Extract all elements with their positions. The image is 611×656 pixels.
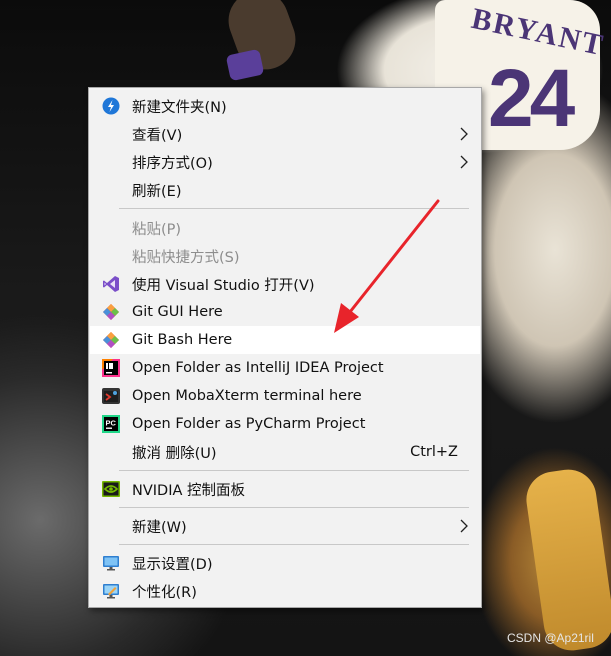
menu-separator xyxy=(119,470,469,471)
menu-item-sort-by[interactable]: 排序方式(O) xyxy=(90,148,480,176)
wallpaper-jersey-number: 24 xyxy=(488,53,575,144)
menu-item-display-settings[interactable]: 显示设置(D) xyxy=(90,549,480,577)
annotation-arrow-icon xyxy=(334,199,440,333)
chevron-right-icon xyxy=(458,155,470,169)
menu-item-nvidia-control-panel[interactable]: NVIDIA 控制面板 xyxy=(90,475,480,503)
menu-item-label: 粘贴快捷方式(S) xyxy=(132,249,240,266)
menu-item-label: 个性化(R) xyxy=(132,584,197,601)
menu-item-new[interactable]: 新建(W) xyxy=(90,512,480,540)
new-folder-blue-icon xyxy=(101,96,121,116)
menu-item-label: NVIDIA 控制面板 xyxy=(132,482,246,499)
menu-item-label: 排序方式(O) xyxy=(132,155,213,172)
mobaxterm-icon xyxy=(101,386,121,406)
visual-studio-icon xyxy=(101,274,121,294)
menu-item-label: 查看(V) xyxy=(132,127,183,144)
svg-text:PC: PC xyxy=(106,419,117,428)
menu-item-new-folder[interactable]: 新建文件夹(N) xyxy=(90,92,480,120)
menu-item-label: Git GUI Here xyxy=(132,304,223,320)
nvidia-icon xyxy=(101,479,121,499)
menu-item-label: 撤消 删除(U) xyxy=(132,445,217,462)
menu-item-label: 新建文件夹(N) xyxy=(132,99,227,116)
menu-item-label: 使用 Visual Studio 打开(V) xyxy=(132,277,315,294)
wallpaper-wristband xyxy=(225,48,265,82)
pycharm-icon: PC xyxy=(101,414,121,434)
menu-item-label: 刷新(E) xyxy=(132,183,182,200)
menu-item-personalize[interactable]: 个性化(R) xyxy=(90,577,480,605)
menu-item-label: Open Folder as PyCharm Project xyxy=(132,416,366,432)
menu-item-label: Git Bash Here xyxy=(132,332,233,348)
display-settings-icon xyxy=(101,553,121,573)
menu-item-label: Open MobaXterm terminal here xyxy=(132,388,362,404)
wallpaper-leg xyxy=(522,466,611,654)
personalize-icon xyxy=(101,581,121,601)
menu-item-shortcut: Ctrl+Z xyxy=(410,444,458,460)
git-icon xyxy=(101,330,121,350)
chevron-right-icon xyxy=(458,127,470,141)
menu-item-open-intellij[interactable]: Open Folder as IntelliJ IDEA Project xyxy=(90,354,480,382)
menu-item-label: 新建(W) xyxy=(132,519,187,536)
menu-separator xyxy=(119,507,469,508)
menu-item-label: 粘贴(P) xyxy=(132,221,182,238)
menu-item-label: Open Folder as IntelliJ IDEA Project xyxy=(132,360,384,376)
menu-item-undo-delete[interactable]: 撤消 删除(U) Ctrl+Z xyxy=(90,438,480,466)
menu-item-open-mobaxterm[interactable]: Open MobaXterm terminal here xyxy=(90,382,480,410)
menu-separator xyxy=(119,544,469,545)
chevron-right-icon xyxy=(458,519,470,533)
desktop-context-menu: 新建文件夹(N) 查看(V) 排序方式(O) 刷新(E) 粘贴(P) 粘贴快捷方… xyxy=(88,87,482,608)
git-icon xyxy=(101,302,121,322)
intellij-idea-icon xyxy=(101,358,121,378)
menu-item-open-pycharm[interactable]: PC Open Folder as PyCharm Project xyxy=(90,410,480,438)
menu-item-label: 显示设置(D) xyxy=(132,556,213,573)
menu-item-view[interactable]: 查看(V) xyxy=(90,120,480,148)
watermark-text: CSDN @Ap21ril xyxy=(507,631,594,645)
